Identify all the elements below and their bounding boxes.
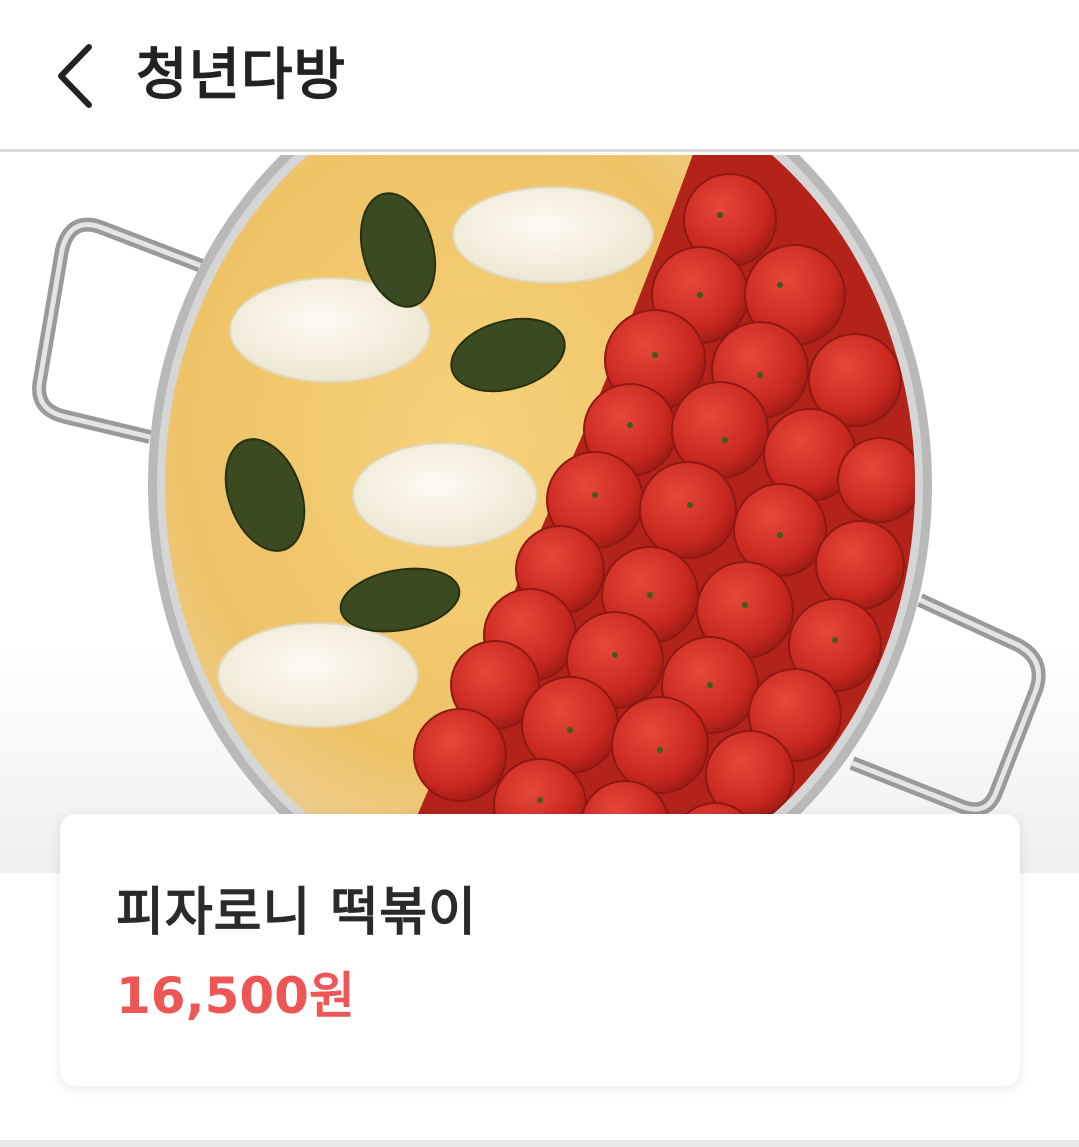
chevron-left-icon [58, 44, 92, 108]
product-image [0, 155, 1079, 873]
divider [0, 1140, 1079, 1147]
page-title: 청년다방 [136, 43, 347, 108]
product-info-card: 피자로니 떡볶이 16,500원 [60, 814, 1020, 1086]
back-button[interactable] [40, 36, 110, 116]
product-name: 피자로니 떡볶이 [116, 883, 477, 943]
product-price: 16,500원 [116, 967, 355, 1025]
app-header: 청년다방 [0, 0, 1079, 152]
food-photo [32, 155, 1046, 873]
